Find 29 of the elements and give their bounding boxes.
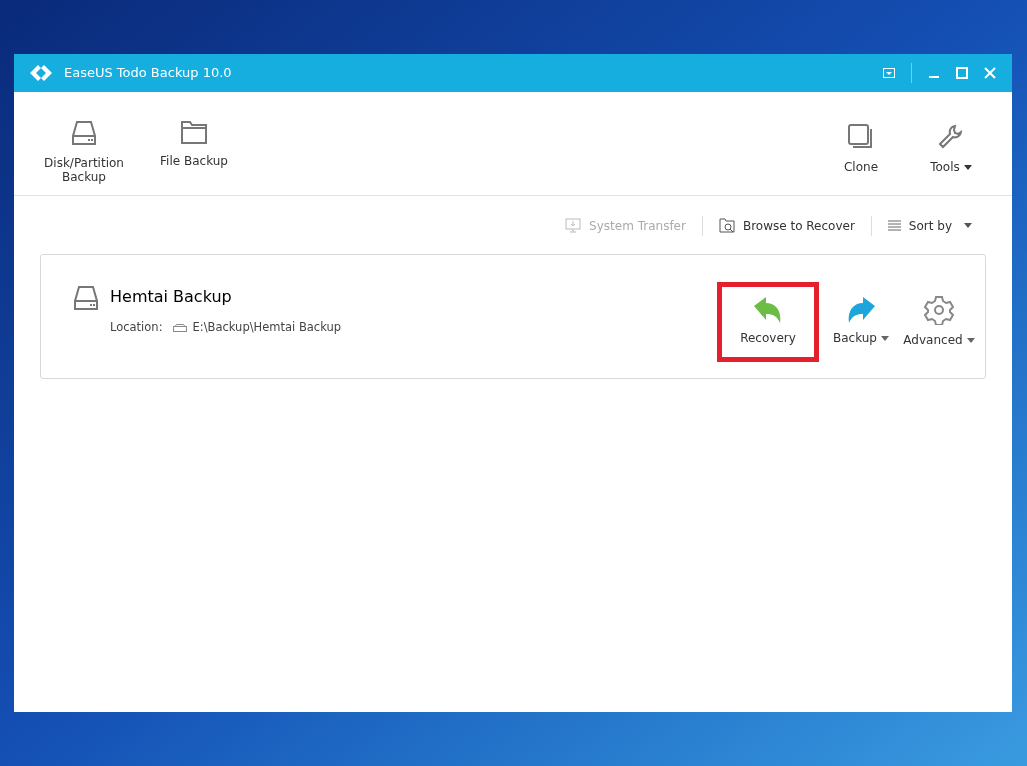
undo-arrow-icon: [754, 297, 782, 323]
toolbar-button[interactable]: Tools: [920, 124, 982, 174]
backup-name: Hemtai Backup: [110, 286, 233, 308]
monitor-icon: [565, 217, 582, 234]
maximize-icon[interactable]: [956, 67, 968, 79]
action-button[interactable]: Browse to Recover: [718, 216, 855, 235]
close-icon[interactable]: [984, 67, 996, 79]
window-title: EaseUS Todo Backup 10.0: [64, 64, 232, 83]
location-path: E:\Backup\Hemtai Backup: [192, 319, 342, 336]
backup-action-button[interactable]: Recovery: [717, 282, 819, 362]
folder-search-icon: [718, 218, 735, 233]
toolbar-button[interactable]: Disk/Partition Backup: [44, 120, 124, 184]
toolbar-button[interactable]: File Backup: [154, 120, 234, 184]
action-button[interactable]: Sort by: [887, 216, 972, 235]
folder-icon: [181, 120, 207, 144]
gear-icon: [924, 295, 954, 325]
list-icon: [887, 220, 901, 231]
location-label: Location:: [110, 319, 163, 336]
drive-icon: [172, 323, 187, 332]
backup-action-button[interactable]: Advanced: [903, 282, 975, 362]
dropdown-box-icon[interactable]: [883, 68, 895, 78]
toolbar-button[interactable]: Clone: [830, 124, 892, 174]
redo-arrow-icon: [847, 297, 875, 323]
app-logo-icon: [30, 65, 52, 81]
clone-icon: [848, 124, 874, 150]
wrench-icon: [938, 124, 964, 150]
hard-drive-icon: [72, 120, 96, 146]
hard-drive-icon: [74, 285, 98, 311]
backup-action-button[interactable]: Backup: [825, 282, 897, 362]
